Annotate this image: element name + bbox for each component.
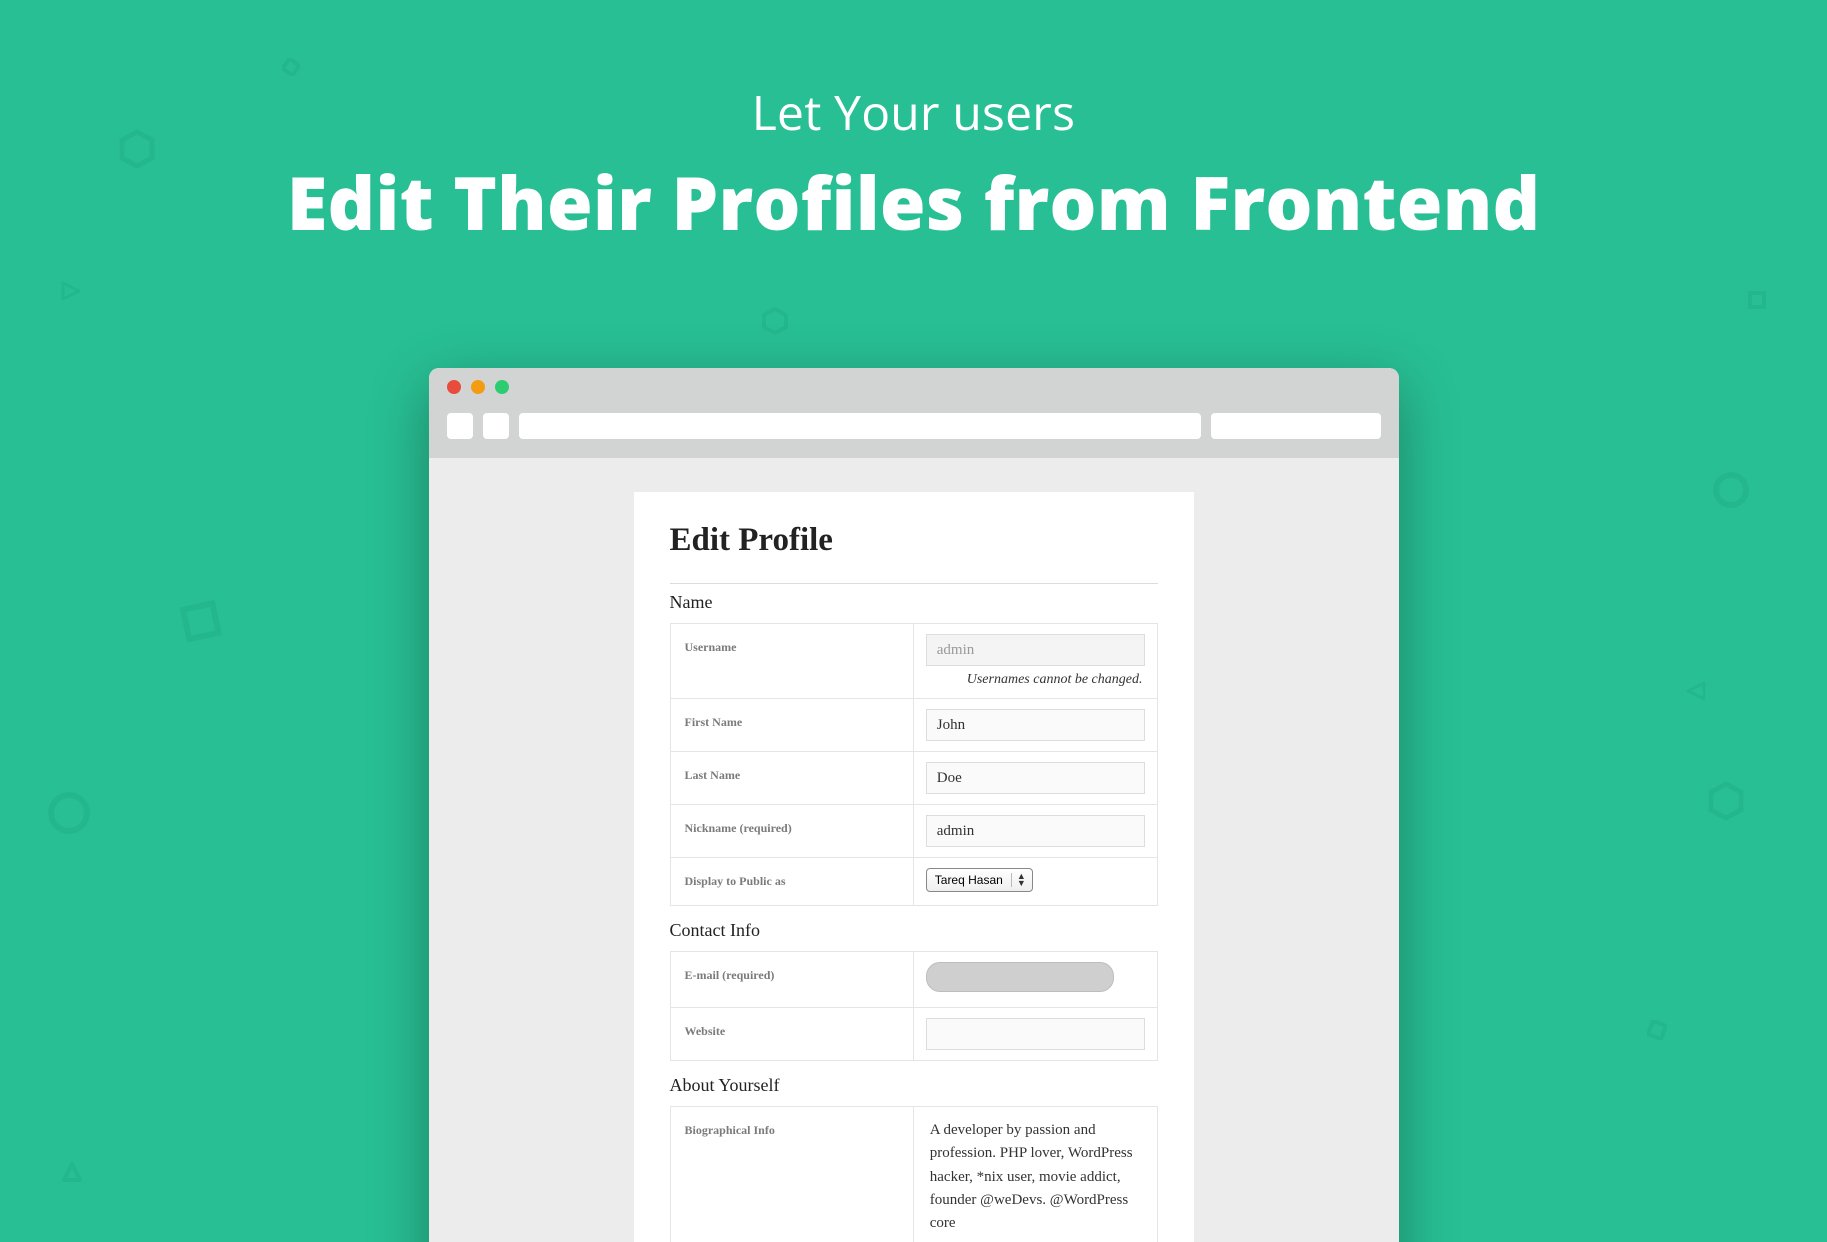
row-first-name: First Name [670, 699, 1157, 752]
page-title: Edit Profile [670, 522, 1158, 559]
hero: Let Your users Edit Their Profiles from … [0, 80, 1827, 252]
bio-label: Biographical Info [670, 1107, 913, 1242]
divider [670, 583, 1158, 584]
window-minimize-icon[interactable] [471, 380, 485, 394]
browser-viewport: Edit Profile Name Username Usernames can… [429, 458, 1399, 1242]
stage: Let Your users Edit Their Profiles from … [0, 0, 1827, 1242]
toolbar-button[interactable] [447, 413, 473, 439]
first-name-label: First Name [670, 699, 913, 752]
deco-hexagon-icon [1705, 780, 1747, 822]
deco-square-icon [1747, 290, 1767, 310]
row-email: E-mail (required) [670, 952, 1157, 1008]
website-input[interactable] [926, 1018, 1145, 1050]
name-table: Username Usernames cannot be changed. Fi… [670, 623, 1158, 906]
browser-titlebar [429, 368, 1399, 406]
contact-table: E-mail (required) Website [670, 951, 1158, 1061]
deco-hexagon-icon [760, 306, 790, 336]
row-display-name: Display to Public as Tareq Hasan ▲▼ [670, 858, 1157, 906]
browser-window: Edit Profile Name Username Usernames can… [429, 368, 1399, 1242]
window-maximize-icon[interactable] [495, 380, 509, 394]
deco-square-icon [1647, 1020, 1667, 1040]
website-label: Website [670, 1008, 913, 1061]
section-name-title: Name [670, 592, 1158, 613]
hero-subtitle: Let Your users [0, 80, 1827, 145]
url-bar[interactable] [519, 413, 1201, 439]
bio-text[interactable]: A developer by passion and profession. P… [926, 1117, 1145, 1237]
deco-square-icon [180, 600, 224, 644]
deco-square-icon [282, 58, 300, 76]
deco-circle-icon [1711, 470, 1751, 510]
section-about-title: About Yourself [670, 1075, 1158, 1096]
row-nickname: Nickname (required) [670, 805, 1157, 858]
edit-profile-card: Edit Profile Name Username Usernames can… [634, 492, 1194, 1242]
row-bio: Biographical Info A developer by passion… [670, 1107, 1157, 1242]
nickname-label: Nickname (required) [670, 805, 913, 858]
deco-circle-icon [46, 790, 92, 836]
display-name-select[interactable]: Tareq Hasan ▲▼ [926, 868, 1033, 892]
about-table: Biographical Info A developer by passion… [670, 1106, 1158, 1242]
first-name-input[interactable] [926, 709, 1145, 741]
display-name-label: Display to Public as [670, 858, 913, 906]
username-label: Username [670, 624, 913, 699]
row-username: Username Usernames cannot be changed. [670, 624, 1157, 699]
toolbar-button[interactable] [483, 413, 509, 439]
deco-triangle-icon [60, 1160, 84, 1184]
row-last-name: Last Name [670, 752, 1157, 805]
nickname-input[interactable] [926, 815, 1145, 847]
section-contact-title: Contact Info [670, 920, 1158, 941]
row-website: Website [670, 1008, 1157, 1061]
hero-title: Edit Their Profiles from Frontend [0, 151, 1827, 252]
last-name-label: Last Name [670, 752, 913, 805]
browser-toolbar [429, 406, 1399, 458]
email-redacted [926, 962, 1114, 992]
display-name-value: Tareq Hasan [935, 873, 1003, 887]
email-label: E-mail (required) [670, 952, 913, 1008]
window-close-icon[interactable] [447, 380, 461, 394]
toolbar-search[interactable] [1211, 413, 1381, 439]
username-input [926, 634, 1145, 666]
username-note: Usernames cannot be changed. [926, 666, 1145, 688]
select-stepper-icon: ▲▼ [1011, 873, 1026, 887]
deco-triangle-icon [60, 280, 82, 302]
last-name-input[interactable] [926, 762, 1145, 794]
deco-triangle-icon [1685, 680, 1707, 702]
